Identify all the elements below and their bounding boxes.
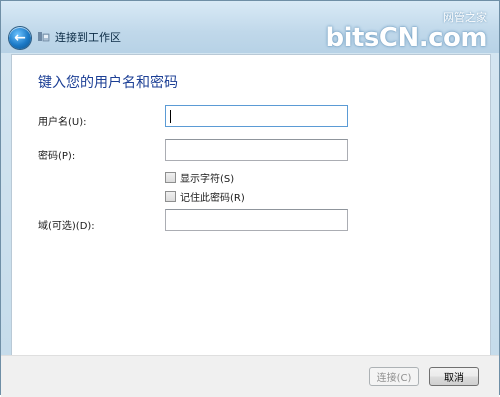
connect-button[interactable]: 连接(C) bbox=[369, 367, 419, 386]
remember-password-checkbox[interactable] bbox=[165, 191, 176, 202]
cancel-button[interactable]: 取消 bbox=[429, 367, 479, 386]
text-caret bbox=[170, 109, 171, 123]
title-bar: ← 连接到工作区 网管之家 bitsCN.com bbox=[1, 1, 499, 53]
username-input[interactable] bbox=[165, 105, 348, 127]
show-chars-checkbox[interactable] bbox=[165, 172, 176, 183]
show-chars-option[interactable]: 显示字符(S) bbox=[165, 170, 234, 185]
remember-password-option[interactable]: 记住此密码(R) bbox=[165, 189, 245, 204]
back-button[interactable]: ← bbox=[9, 27, 31, 49]
domain-label: 域(可选)(D): bbox=[38, 221, 95, 232]
password-input[interactable] bbox=[165, 139, 348, 161]
remember-password-label: 记住此密码(R) bbox=[180, 193, 245, 204]
window-title: 连接到工作区 bbox=[55, 31, 121, 44]
watermark-logo-text: bitsCN.com bbox=[325, 23, 487, 53]
domain-input[interactable] bbox=[165, 209, 348, 231]
password-label: 密码(P): bbox=[38, 151, 76, 162]
page-heading: 键入您的用户名和密码 bbox=[38, 75, 178, 91]
network-app-icon bbox=[38, 32, 50, 42]
back-arrow-icon: ← bbox=[14, 30, 26, 46]
show-chars-label: 显示字符(S) bbox=[180, 174, 235, 185]
watermark: 网管之家 bitsCN.com bbox=[325, 7, 487, 53]
content-panel: 键入您的用户名和密码 用户名(U): 密码(P): 显示字符(S) 记住此密码(… bbox=[11, 54, 491, 356]
dialog-window: ← 连接到工作区 网管之家 bitsCN.com 键入您的用户名和密码 用户名(… bbox=[0, 0, 500, 397]
button-bar: 连接(C) 取消 bbox=[1, 355, 499, 397]
username-label: 用户名(U): bbox=[38, 117, 87, 128]
